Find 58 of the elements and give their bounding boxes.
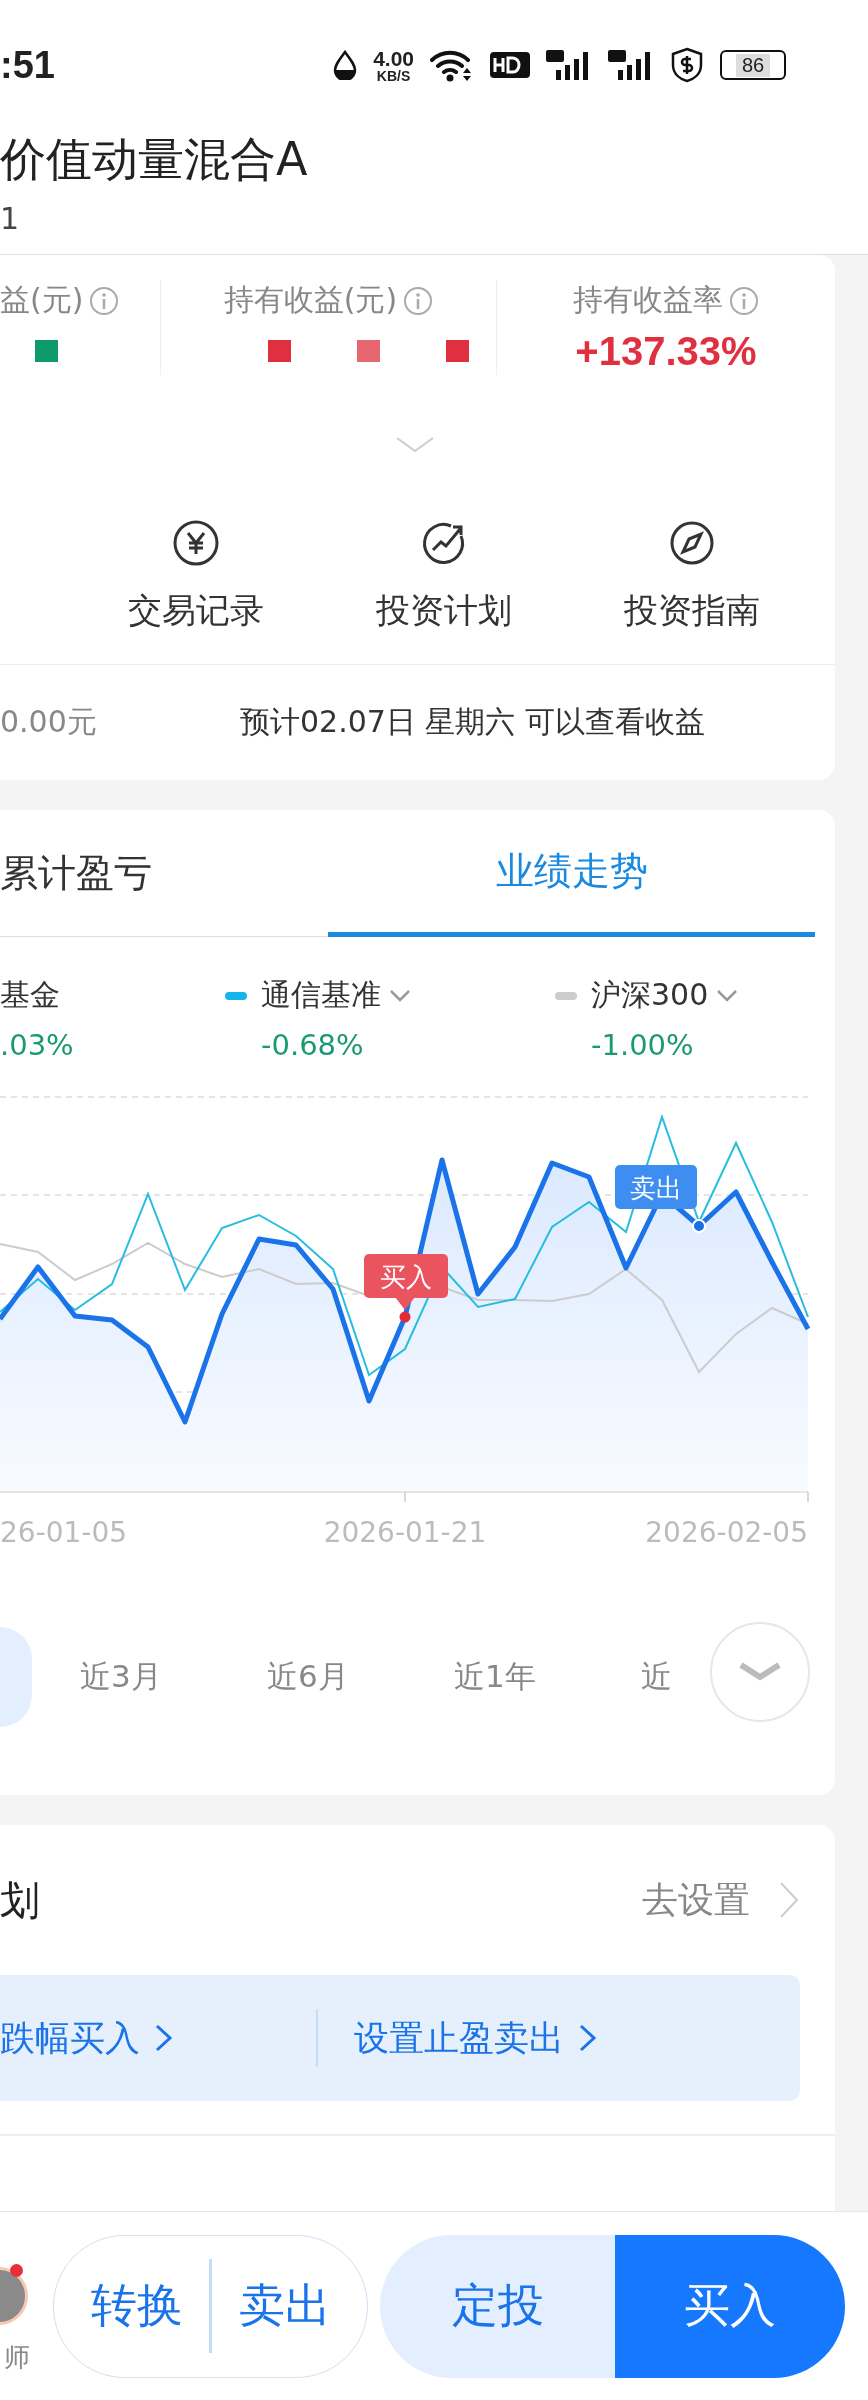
caret-icon[interactable] [716, 988, 739, 1003]
range-tab[interactable]: 近1年 [454, 1656, 641, 1698]
shield-icon [670, 47, 704, 83]
network-speed: 4.00 KB/S [373, 47, 414, 83]
plan-link[interactable]: 设置止盈卖出 [354, 2014, 598, 2062]
chevron-down-icon [737, 1661, 783, 1683]
info-icon[interactable] [729, 285, 759, 316]
chevron-down-icon[interactable] [395, 436, 435, 454]
action-button[interactable]: 定投 [380, 2234, 615, 2378]
notice-text: 预计02.07日 星期六 可以查看收益 [240, 703, 705, 741]
range-tab[interactable]: 近 [641, 1656, 672, 1698]
axis-label: 26-01-05 [0, 1516, 128, 1549]
axis-label: 2026-02-05 [645, 1516, 808, 1549]
plan-link[interactable]: 跌幅买入 [0, 2014, 280, 2062]
range-tab[interactable]: 近6月 [267, 1656, 454, 1698]
action-button[interactable]: 卖出 [212, 2234, 357, 2378]
section-title: 划 [0, 1875, 40, 1925]
action-button[interactable]: 投资计划 [376, 490, 512, 664]
stat-label: 持有收益(元) [223, 281, 398, 319]
axis-label: 2026-01-21 [323, 1516, 487, 1549]
settings-link[interactable]: 去设置 [642, 1875, 800, 1925]
chevron-right-icon [578, 2023, 598, 2053]
legend-name: 基金 [0, 976, 60, 1014]
stat-label: 益(元) [0, 281, 84, 319]
yesterday-gain: 0.00元 [0, 703, 98, 741]
legend-value: .03% [0, 1028, 75, 1062]
stat-label: 持有收益率 [573, 281, 723, 319]
action-button[interactable]: 买入 [615, 2234, 845, 2378]
masked-value [446, 340, 469, 362]
info-icon[interactable] [89, 285, 120, 316]
fund-title: 价值动量混合A [0, 131, 309, 182]
caret-icon[interactable] [389, 988, 411, 1003]
compass-icon [669, 520, 715, 566]
fund-code: 1 [0, 204, 21, 234]
action-button[interactable]: 转换 [64, 2234, 209, 2378]
return-rate: +137.33% [575, 328, 757, 374]
yuan-icon [173, 520, 219, 566]
masked-value [357, 340, 380, 362]
chevron-right-icon [154, 2023, 174, 2053]
advisor-label: 师 [4, 2341, 30, 2374]
hd-icon [490, 52, 530, 78]
info-icon[interactable] [403, 285, 434, 316]
droplet-icon [333, 50, 358, 80]
wifi-icon [430, 48, 474, 82]
chart-tab[interactable]: 业绩走势 [328, 810, 815, 937]
legend-name: 通信基准 [261, 976, 381, 1014]
status-time: :51 [0, 43, 55, 87]
notification-dot [10, 2264, 23, 2277]
chevron-right-icon [778, 1880, 800, 1920]
trend-icon [421, 520, 467, 566]
range-tab[interactable]: 近3月 [80, 1656, 267, 1698]
legend-value: -0.68% [260, 1028, 365, 1062]
legend-value: -1.00% [590, 1028, 695, 1062]
chart-tab[interactable]: 累计盈亏 [0, 810, 328, 937]
legend-name: 沪深300 [591, 976, 709, 1014]
action-button[interactable]: 投资指南 [624, 490, 760, 664]
action-button[interactable]: 交易记录 [128, 490, 264, 664]
battery-icon: 86 [720, 50, 786, 80]
